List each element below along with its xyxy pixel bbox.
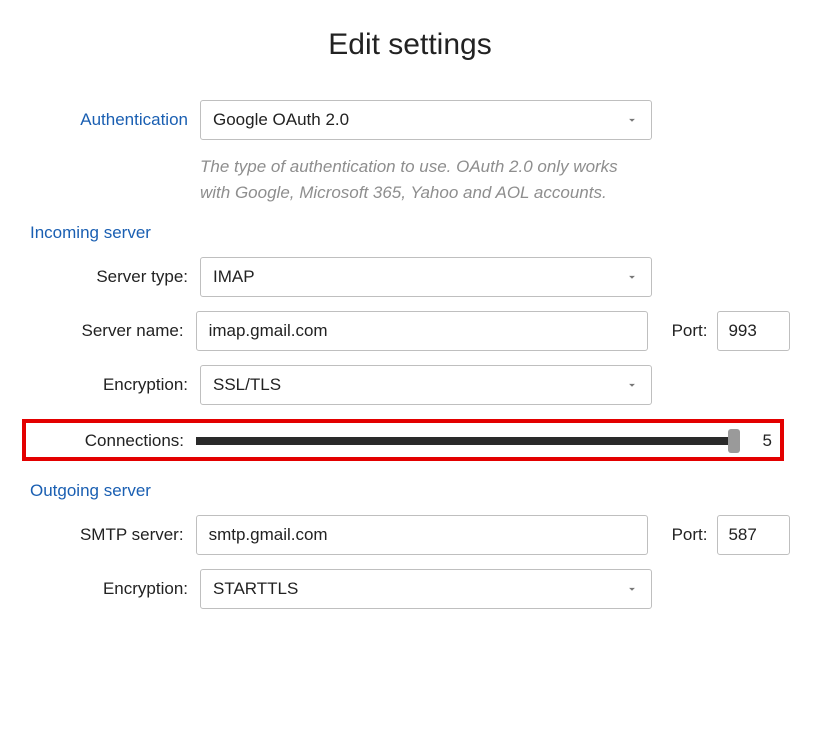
connections-slider[interactable] [196,437,740,445]
incoming-server-heading: Incoming server [30,223,790,243]
incoming-port-value: 993 [728,321,756,341]
smtp-server-value: smtp.gmail.com [209,525,328,545]
incoming-encryption-select[interactable]: SSL/TLS [200,365,652,405]
incoming-encryption-value: SSL/TLS [213,375,625,395]
connections-value: 5 [754,431,772,451]
outgoing-encryption-label: Encryption: [30,579,200,599]
chevron-down-icon [625,113,639,127]
smtp-server-input[interactable]: smtp.gmail.com [196,515,648,555]
server-type-label: Server type: [30,267,200,287]
outgoing-port-value: 587 [728,525,756,545]
authentication-select[interactable]: Google OAuth 2.0 [200,100,652,140]
outgoing-encryption-select[interactable]: STARTTLS [200,569,652,609]
server-type-value: IMAP [213,267,625,287]
connections-highlight: Connections: 5 [22,419,784,461]
outgoing-port-label: Port: [672,525,708,545]
server-name-value: imap.gmail.com [209,321,328,341]
server-name-input[interactable]: imap.gmail.com [196,311,648,351]
server-type-select[interactable]: IMAP [200,257,652,297]
authentication-help-text: The type of authentication to use. OAuth… [200,154,652,205]
authentication-label: Authentication [30,110,200,130]
chevron-down-icon [625,378,639,392]
connections-label: Connections: [30,431,196,451]
smtp-server-label: SMTP server: [30,525,196,545]
page-title: Edit settings [30,28,790,62]
chevron-down-icon [625,582,639,596]
slider-thumb[interactable] [728,429,740,453]
authentication-select-value: Google OAuth 2.0 [213,110,625,130]
incoming-port-label: Port: [672,321,708,341]
incoming-port-input[interactable]: 993 [717,311,790,351]
outgoing-port-input[interactable]: 587 [717,515,790,555]
chevron-down-icon [625,270,639,284]
server-name-label: Server name: [30,321,196,341]
incoming-encryption-label: Encryption: [30,375,200,395]
outgoing-server-heading: Outgoing server [30,481,790,501]
outgoing-encryption-value: STARTTLS [213,579,625,599]
